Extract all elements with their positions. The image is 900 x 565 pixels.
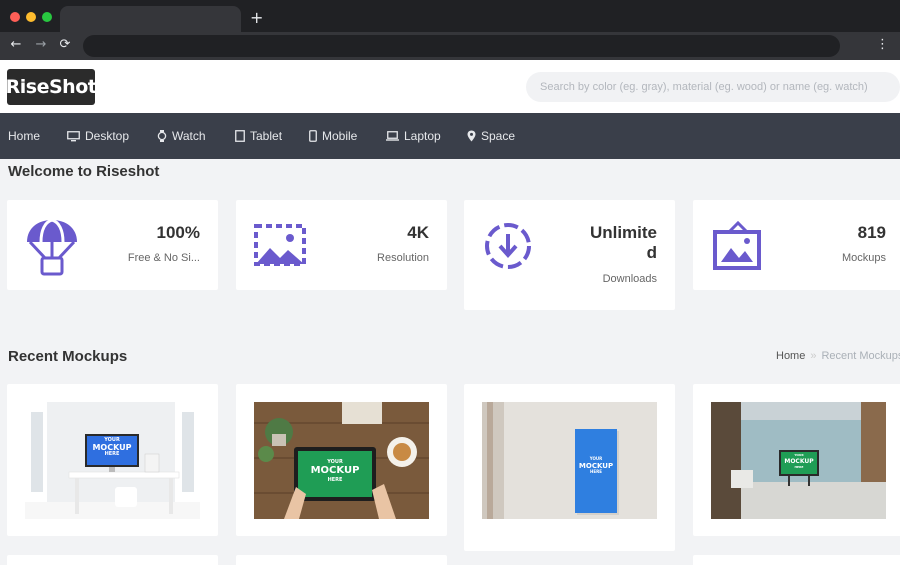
stat-label: Resolution: [377, 252, 429, 264]
mockup-caption: YOUR MOCKUP HERE: [575, 456, 617, 475]
image-frame-icon: [252, 218, 310, 276]
back-arrow-icon[interactable]: ←: [8, 37, 24, 52]
nav-item-laptop[interactable]: Laptop: [386, 113, 441, 159]
stat-value: 819: [857, 223, 886, 242]
nav-item-label: Desktop: [85, 129, 130, 143]
parachute-icon: [23, 218, 81, 276]
address-bar[interactable]: [83, 35, 840, 57]
browser-tab-bar: +: [0, 0, 900, 32]
stat-label: Downloads: [602, 273, 657, 285]
nav-item-label: Mobile: [322, 129, 358, 143]
welcome-title: Welcome to Riseshot: [8, 163, 160, 180]
mockup-thumbnail-tablet: YOUR MOCKUP HERE: [254, 402, 429, 519]
main-nav: Home Desktop Watch Tablet Mobile Laptop: [0, 113, 900, 159]
mockup-thumbnail-office: YOUR MOCKUP HERE: [711, 402, 886, 519]
map-pin-icon: [467, 130, 476, 142]
nav-item-label: Home: [8, 129, 41, 143]
mockup-caption-bottom: HERE: [590, 469, 602, 475]
watch-icon: [157, 130, 167, 142]
browser-toolbar: ← → ⟳ ⋮: [0, 32, 900, 60]
laptop-icon: [386, 131, 399, 141]
mockup-card[interactable]: YOUR MOCKUP HERE: [693, 384, 900, 536]
close-window-button[interactable]: [10, 12, 20, 22]
stat-value: 100%: [156, 223, 200, 242]
site-logo[interactable]: RiseShot: [6, 69, 97, 105]
nav-item-mobile[interactable]: Mobile: [309, 113, 357, 159]
mockup-thumbnail-poster: YOUR MOCKUP HERE: [482, 402, 657, 519]
breadcrumb-current: Recent Mockups: [821, 350, 900, 362]
stat-value-line: Unlimite: [589, 223, 657, 242]
nav-item-label: Space: [481, 129, 516, 143]
mockup-caption: YOUR MOCKUP HERE: [298, 459, 372, 483]
mockup-card[interactable]: YOUR MOCKUP HERE: [236, 384, 447, 536]
mockup-thumbnail-desktop: YOUR MOCKUP HERE: [25, 402, 200, 519]
recent-mockups-title: Recent Mockups: [8, 348, 128, 365]
stat-card-resolution: 4K Resolution: [236, 200, 447, 290]
stat-label: Mockups: [841, 252, 886, 264]
stat-card-free: 100% Free & No Si...: [7, 200, 218, 290]
site-header: RiseShot: [0, 60, 900, 113]
minimize-window-button[interactable]: [26, 12, 36, 22]
stat-value: 4K: [407, 223, 429, 242]
nav-item-desktop[interactable]: Desktop: [67, 113, 129, 159]
mockup-card[interactable]: [236, 555, 447, 565]
browser-menu-icon[interactable]: ⋮: [876, 37, 889, 52]
breadcrumb-home-link[interactable]: Home: [776, 350, 805, 362]
picture-frame-icon: [709, 218, 767, 276]
breadcrumb-separator: »: [810, 350, 817, 362]
mockup-caption: YOUR MOCKUP HERE: [87, 437, 137, 458]
reload-icon[interactable]: ⟳: [57, 37, 73, 52]
monitor-icon: [67, 130, 80, 142]
stat-card-downloads: Unlimite d Downloads: [464, 200, 675, 310]
nav-item-label: Watch: [172, 129, 206, 143]
download-circle-icon: [480, 218, 538, 276]
mockup-caption-main: MOCKUP: [310, 465, 360, 476]
mobile-icon: [309, 130, 317, 142]
mockup-card[interactable]: YOUR MOCKUP HERE: [7, 384, 218, 536]
mockup-card[interactable]: [693, 555, 900, 565]
breadcrumb: Home » Recent Mockups: [776, 350, 900, 362]
nav-item-space[interactable]: Space: [467, 113, 515, 159]
stat-value-line: d: [646, 243, 657, 262]
browser-tab[interactable]: [60, 6, 241, 32]
nav-item-label: Laptop: [404, 129, 441, 143]
stat-card-mockups: 819 Mockups: [693, 200, 900, 290]
nav-item-home[interactable]: Home: [8, 113, 40, 159]
mockup-card[interactable]: [7, 555, 218, 565]
maximize-window-button[interactable]: [42, 12, 52, 22]
nav-item-watch[interactable]: Watch: [157, 113, 206, 159]
stat-value: Unlimite d: [590, 223, 657, 263]
tablet-icon: [235, 130, 245, 142]
mockup-caption-bottom: HERE: [794, 464, 804, 469]
nav-item-tablet[interactable]: Tablet: [235, 113, 282, 159]
mockup-card[interactable]: YOUR MOCKUP HERE: [464, 384, 675, 551]
mockup-caption: YOUR MOCKUP HERE: [781, 453, 817, 470]
stat-label: Free & No Si...: [127, 252, 200, 264]
mockup-caption-bottom: HERE: [104, 451, 120, 458]
new-tab-button[interactable]: +: [250, 8, 263, 27]
forward-arrow-icon[interactable]: →: [33, 37, 49, 52]
mockup-caption-bottom: HERE: [327, 477, 343, 483]
search-input[interactable]: [526, 72, 900, 102]
nav-item-label: Tablet: [250, 129, 283, 143]
